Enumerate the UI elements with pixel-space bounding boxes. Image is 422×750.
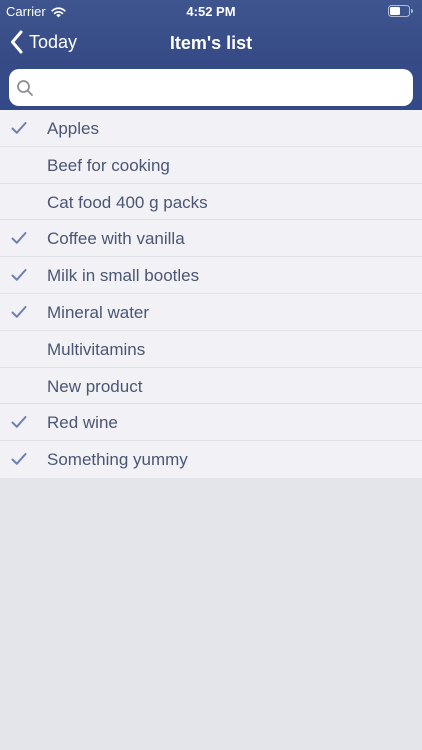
status-bar: Carrier 4:52 PM [0,0,422,22]
list-item[interactable]: Cat food 400 g packs [0,184,422,221]
empty-area [0,478,422,750]
check-icon [11,416,27,429]
list-item[interactable]: Something yummy [0,441,422,478]
list-item-label: Milk in small bootles [47,266,200,286]
check-icon [11,453,27,465]
list-item-label: Mineral water [47,302,150,322]
check-icon [11,232,27,245]
list-item-label: Multivitamins [47,339,146,359]
list-item-label: Beef for cooking [47,155,170,175]
search-input[interactable] [42,72,412,103]
list-item[interactable]: Multivitamins [0,331,422,368]
list-item-label: New product [47,376,143,396]
list-item[interactable]: Apples [0,110,422,147]
header: Carrier 4:52 PM Today Item's list [0,0,422,111]
check-icon [11,269,27,281]
list-item[interactable]: New product [0,368,422,405]
list-item-label: Red wine [47,413,118,433]
status-time: 4:52 PM [186,4,236,19]
search-icon [17,79,33,96]
list-item-label: Something yummy [47,450,188,470]
list-item[interactable]: Mineral water [0,294,422,331]
list-item[interactable]: Milk in small bootles [0,257,422,294]
list-item[interactable]: Red wine [0,404,422,442]
list-item-label: Cat food 400 g packs [47,192,208,212]
battery-icon [388,5,413,17]
item-list: Apples Beef for cooking Cat food 400 g pac… [0,110,422,478]
list-item-label: Apples [47,119,99,138]
search-bar[interactable] [9,69,413,106]
check-icon [11,305,27,318]
list-item[interactable]: Coffee with vanilla [0,220,422,258]
list-item-label: Coffee with vanilla [47,229,185,249]
navigation-bar: Today Item's list [0,22,422,66]
page-title: Item's list [169,33,253,53]
list-item[interactable]: Beef for cooking [0,147,422,184]
check-icon [11,122,27,134]
